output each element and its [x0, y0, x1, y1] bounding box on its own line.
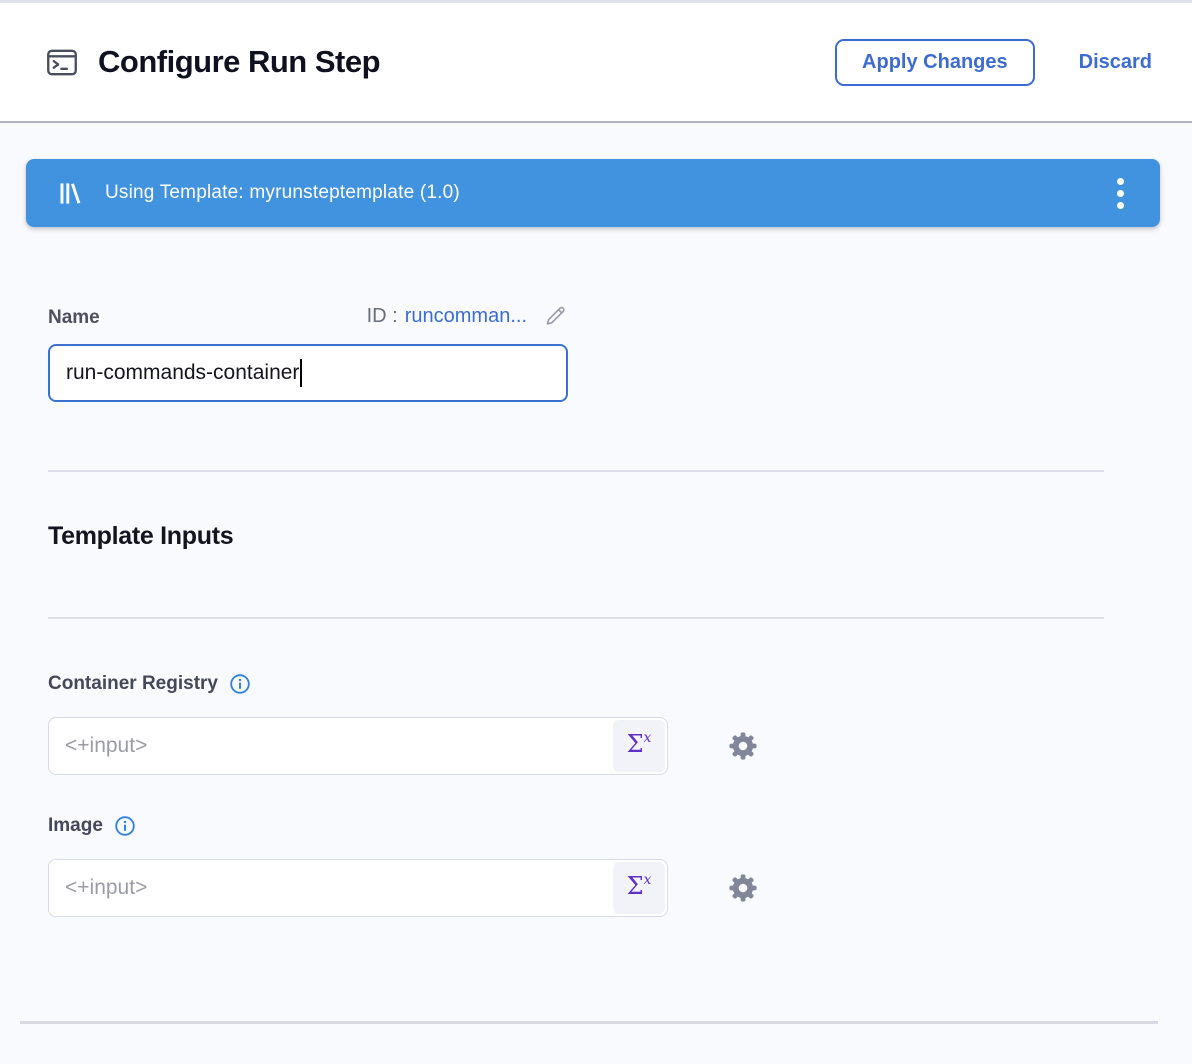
image-label-row: Image	[48, 815, 1192, 837]
image-label: Image	[48, 815, 103, 837]
container-registry-info-button[interactable]	[229, 673, 251, 695]
bottom-divider	[20, 1021, 1158, 1024]
using-template-banner: Using Template: myrunsteptemplate (1.0)	[26, 159, 1160, 227]
gear-icon	[727, 872, 759, 904]
container-registry-label: Container Registry	[48, 673, 218, 695]
template-library-icon	[56, 180, 83, 207]
image-field: Σ x	[48, 859, 668, 917]
id-value-link[interactable]: runcomman...	[405, 305, 527, 328]
id-prefix-label: ID :	[367, 305, 398, 328]
section-divider	[48, 470, 1104, 472]
template-options-menu-icon[interactable]	[1107, 172, 1134, 215]
info-icon	[114, 815, 136, 837]
discard-button[interactable]: Discard	[1079, 51, 1152, 74]
step-id-block: ID : runcomman...	[367, 303, 568, 329]
name-label: Name	[48, 307, 100, 329]
section-divider	[48, 617, 1104, 619]
gear-icon	[727, 730, 759, 762]
edit-id-button[interactable]	[542, 303, 568, 329]
apply-changes-button[interactable]: Apply Changes	[835, 39, 1035, 86]
container-registry-label-row: Container Registry	[48, 673, 1192, 695]
image-input-row: Σ x	[48, 859, 1192, 917]
step-config-form: Name ID : runcomman... run-commands-cont…	[0, 303, 1192, 1024]
text-cursor	[300, 359, 302, 387]
container-registry-field: Σ x	[48, 717, 668, 775]
container-registry-input-row: Σ x	[48, 717, 1192, 775]
container-registry-settings-button[interactable]	[727, 730, 759, 762]
terminal-icon	[44, 46, 80, 79]
name-input-value: run-commands-container	[66, 361, 299, 385]
pencil-icon	[542, 303, 568, 329]
template-inputs-heading: Template Inputs	[48, 522, 1192, 551]
container-registry-input[interactable]	[49, 718, 611, 774]
title-group: Configure Run Step	[44, 44, 380, 80]
panel-header: Configure Run Step Apply Changes Discard	[0, 3, 1192, 123]
info-icon	[229, 673, 251, 695]
banner-message: Using Template: myrunsteptemplate (1.0)	[105, 182, 460, 204]
runtime-input-type-button[interactable]: Σ x	[613, 862, 665, 914]
page-title: Configure Run Step	[98, 44, 380, 80]
image-info-button[interactable]	[114, 815, 136, 837]
name-input[interactable]: run-commands-container	[48, 344, 568, 402]
image-input[interactable]	[49, 860, 611, 916]
image-settings-button[interactable]	[727, 872, 759, 904]
sigma-icon: Σ	[627, 874, 644, 898]
name-id-row: Name ID : runcomman...	[48, 303, 568, 329]
runtime-input-type-button[interactable]: Σ x	[613, 720, 665, 772]
sigma-icon: Σ	[627, 732, 644, 756]
